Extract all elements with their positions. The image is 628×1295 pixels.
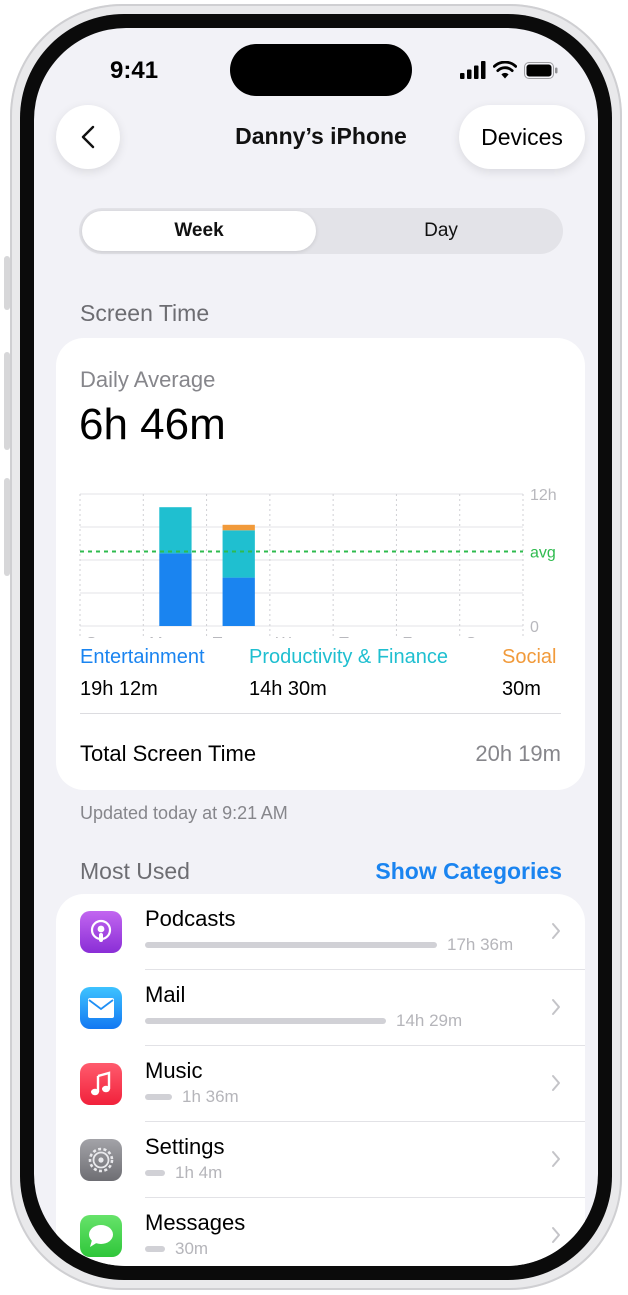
- legend-productivity: Productivity & Finance 14h 30m: [249, 646, 448, 701]
- app-row-music[interactable]: Music 1h 36m: [56, 1046, 585, 1122]
- week-day-segmented-control: Week Day: [79, 208, 563, 254]
- status-time: 9:41: [110, 57, 159, 84]
- chevron-right-icon: [552, 1227, 560, 1243]
- chart-y-tick-label: 0: [530, 619, 539, 636]
- app-name: Music: [145, 1058, 203, 1083]
- wifi-icon: [493, 61, 517, 79]
- chart-x-tick-label: S: [86, 635, 97, 638]
- updated-timestamp: Updated today at 9:21 AM: [80, 803, 288, 823]
- legend-name: Productivity & Finance: [249, 646, 448, 668]
- podcasts-icon: [80, 911, 122, 953]
- chevron-right-icon: [552, 923, 560, 939]
- total-screen-time-value: 20h 19m: [475, 741, 561, 766]
- most-used-list: Podcasts 17h 36m Mail 14h 29m Music 1h 3…: [56, 894, 585, 1266]
- chart-bar: [159, 507, 192, 554]
- usage-time: 14h 29m: [396, 1011, 463, 1030]
- most-used-header: Most Used: [80, 858, 190, 884]
- chart-x-tick-label: W: [276, 635, 292, 638]
- app-row-mail[interactable]: Mail 14h 29m: [56, 970, 585, 1046]
- chart-bar: [222, 530, 255, 578]
- usage-time: 17h 36m: [447, 935, 514, 954]
- legend-entertainment: Entertainment 19h 12m: [80, 646, 205, 701]
- chart-bar: [222, 524, 255, 531]
- chart-y-tick-label: 12h: [530, 487, 557, 504]
- devices-button[interactable]: Devices: [459, 105, 585, 169]
- legend-name: Social: [502, 646, 557, 668]
- chevron-right-icon: [552, 999, 560, 1015]
- music-icon: [80, 1063, 122, 1105]
- usage-bar: [145, 1170, 165, 1176]
- legend-social: Social 30m: [502, 646, 556, 701]
- chart-x-tick-label: M: [149, 635, 162, 638]
- chart-bar: [159, 553, 192, 626]
- app-name: Settings: [145, 1134, 225, 1159]
- chart-x-tick-label: F: [402, 635, 412, 638]
- chevron-right-icon: [552, 1151, 560, 1167]
- app-name: Podcasts: [145, 906, 236, 931]
- app-row-settings[interactable]: Settings 1h 4m: [56, 1122, 585, 1198]
- battery-icon: [524, 61, 558, 79]
- weekly-usage-chart[interactable]: 12h avg 0 S M T W T F S: [56, 338, 585, 638]
- messages-icon: [80, 1215, 122, 1257]
- dynamic-island: [230, 44, 412, 96]
- cellular-signal-icon: [460, 61, 486, 79]
- chart-x-tick-label: S: [466, 635, 477, 638]
- chart-x-tick-label: T: [213, 635, 223, 638]
- usage-bar: [145, 1094, 172, 1100]
- legend-value: 14h 30m: [249, 678, 327, 700]
- usage-bar: [145, 1018, 386, 1024]
- settings-icon: [80, 1139, 122, 1181]
- show-categories-button[interactable]: Show Categories: [375, 858, 562, 885]
- usage-time: 1h 36m: [182, 1087, 239, 1106]
- usage-bar: [145, 942, 437, 948]
- screen-time-card: Daily Average 6h 46m 12havg0SMTWTFS Ente…: [56, 338, 585, 790]
- divider: [80, 713, 561, 714]
- chart-y-tick-label: avg: [530, 545, 556, 562]
- usage-time: 30m: [175, 1239, 209, 1258]
- legend-value: 30m: [502, 678, 541, 700]
- screen: 9:41 Danny’s iPhone Devices Week Day Scr…: [34, 28, 598, 1266]
- total-screen-time-label: Total Screen Time: [80, 741, 257, 766]
- chevron-right-icon: [552, 1075, 560, 1091]
- segment-week[interactable]: Week: [82, 211, 316, 251]
- mail-icon: [80, 987, 122, 1029]
- legend-name: Entertainment: [80, 646, 205, 668]
- legend-value: 19h 12m: [80, 678, 158, 700]
- app-row-messages[interactable]: Messages 30m: [56, 1198, 585, 1266]
- app-name: Messages: [145, 1210, 246, 1235]
- usage-bar: [145, 1246, 165, 1252]
- status-icons: [460, 61, 558, 79]
- segment-day[interactable]: Day: [321, 208, 561, 254]
- chart-bar: [222, 577, 255, 626]
- app-name: Mail: [145, 982, 186, 1007]
- app-row-podcasts[interactable]: Podcasts 17h 36m: [56, 894, 585, 970]
- usage-time: 1h 4m: [175, 1163, 223, 1182]
- screen-time-header: Screen Time: [80, 300, 210, 326]
- chart-x-tick-label: T: [339, 635, 349, 638]
